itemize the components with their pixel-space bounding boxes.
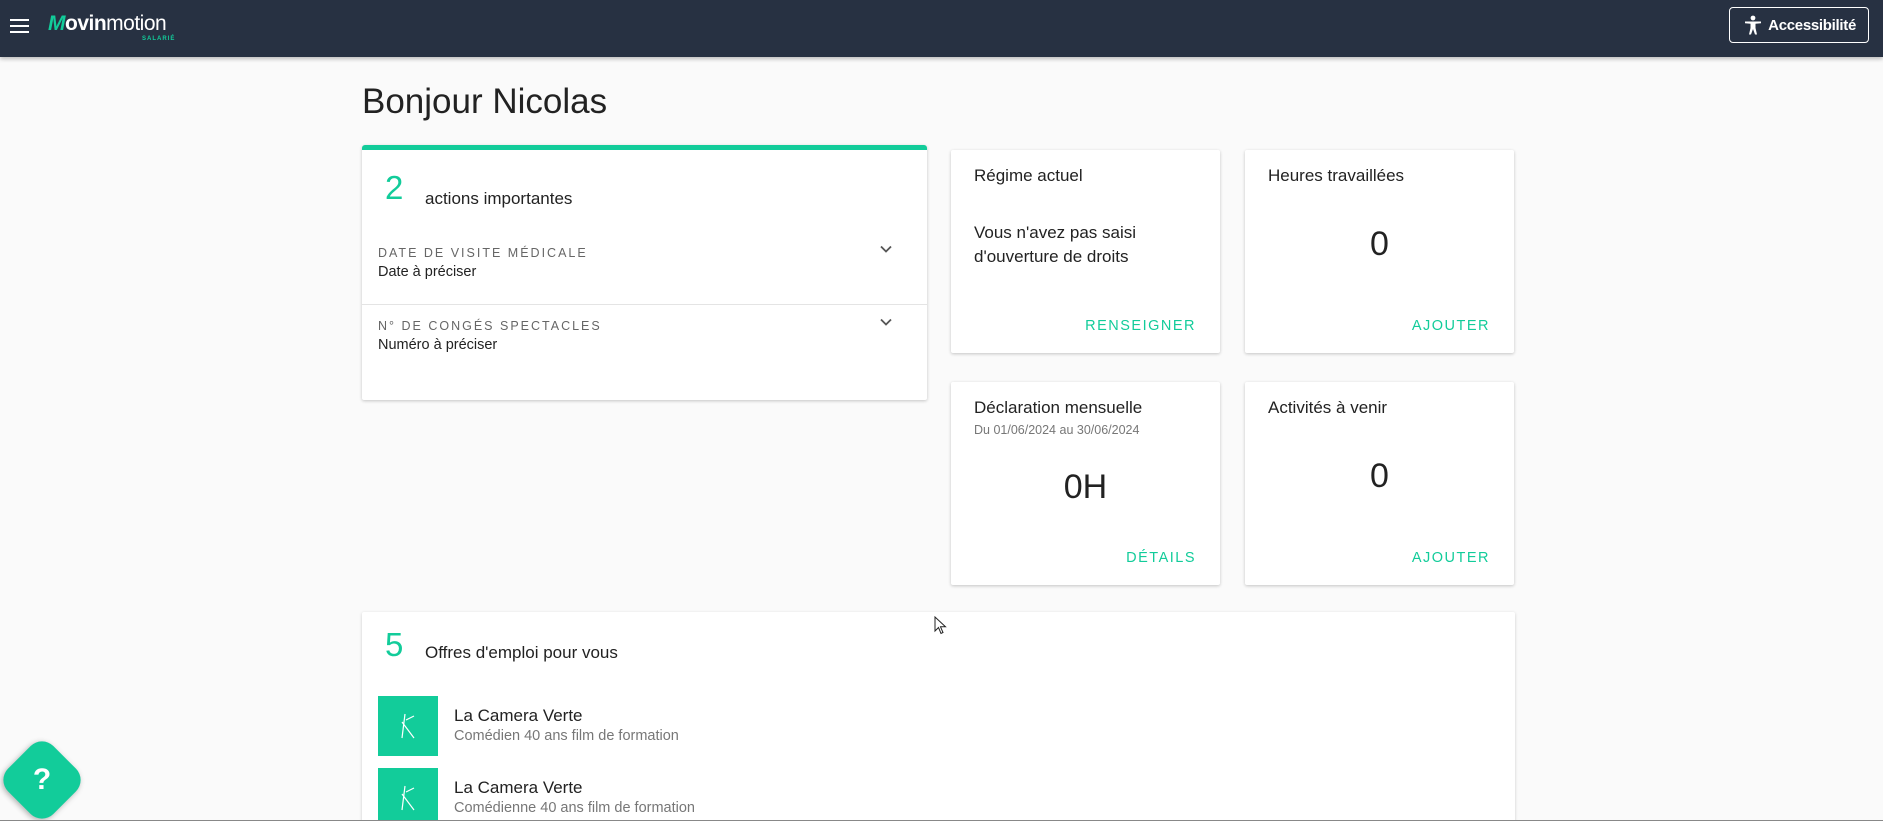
activities-title: Activités à venir [1268, 398, 1388, 417]
action-row-conges-spectacles[interactable]: N° DE CONGÉS SPECTACLES Numéro à précise… [362, 305, 927, 378]
renseigner-button[interactable]: RENSEIGNER [1085, 318, 1196, 334]
jobs-label: Offres d'emploi pour vous [425, 643, 618, 662]
page-title: Bonjour Nicolas [362, 82, 608, 121]
action-value: Date à préciser [378, 264, 477, 280]
regime-text-line1: Vous n'avez pas saisi [974, 223, 1137, 242]
add-hours-button[interactable]: AJOUTER [1412, 318, 1490, 334]
help-question-icon: ? [32, 763, 52, 796]
job-title: Comédienne 40 ans film de formation [454, 800, 695, 816]
actions-label: actions importantes [425, 189, 573, 208]
job-thumbnail [378, 768, 438, 821]
job-offers-card: 5 Offres d'emploi pour vous La Camera Ve… [362, 612, 1515, 821]
accessibility-icon [1745, 15, 1762, 35]
regime-title: Régime actuel [974, 166, 1083, 185]
hours-title: Heures travaillées [1268, 166, 1405, 185]
accessibility-label: Accessibilité [1768, 16, 1856, 34]
hours-card: Heures travaillées 0 AJOUTER [1245, 150, 1514, 353]
chevron-down-icon[interactable] [879, 315, 893, 329]
declaration-value: 0H [1063, 468, 1108, 506]
declaration-title: Déclaration mensuelle [974, 398, 1143, 417]
job-company: La Camera Verte [454, 778, 583, 797]
top-bar: Movinmotion SALARIÉ Accessibilité [0, 0, 1883, 57]
declaration-period: Du 01/06/2024 au 30/06/2024 [974, 423, 1140, 437]
add-activity-button[interactable]: AJOUTER [1412, 550, 1490, 566]
job-title: Comédien 40 ans film de formation [454, 728, 679, 744]
action-row-medical-visit[interactable]: DATE DE VISITE MÉDICALE Date à préciser [362, 232, 927, 305]
action-kicker: N° DE CONGÉS SPECTACLES [378, 319, 602, 333]
camera-verte-logo-icon [401, 713, 415, 739]
movinmotion-logo[interactable]: Movinmotion SALARIÉ [48, 12, 174, 42]
hamburger-menu-icon[interactable] [8, 14, 32, 38]
camera-verte-logo-icon [401, 785, 415, 811]
important-actions-card: 2 actions importantes DATE DE VISITE MÉD… [362, 145, 927, 400]
action-value: Numéro à préciser [378, 337, 498, 353]
mouse-cursor-icon [934, 616, 947, 635]
activities-card: Activités à venir 0 AJOUTER [1245, 382, 1514, 585]
actions-count: 2 [385, 169, 404, 206]
action-kicker: DATE DE VISITE MÉDICALE [378, 246, 588, 260]
details-button[interactable]: DÉTAILS [1126, 550, 1196, 566]
regime-text-line2: d'ouverture de droits [974, 247, 1129, 266]
job-company: La Camera Verte [454, 706, 583, 725]
help-button[interactable]: ? [0, 734, 88, 821]
accessibility-button[interactable]: Accessibilité [1729, 7, 1869, 43]
declaration-card: Déclaration mensuelle Du 01/06/2024 au 3… [951, 382, 1220, 585]
job-thumbnail [378, 696, 438, 756]
activities-value: 0 [1370, 457, 1389, 495]
regime-card: Régime actuel Vous n'avez pas saisi d'ou… [951, 150, 1220, 353]
jobs-count: 5 [385, 626, 404, 663]
chevron-down-icon[interactable] [879, 242, 893, 256]
hours-value: 0 [1370, 225, 1389, 263]
